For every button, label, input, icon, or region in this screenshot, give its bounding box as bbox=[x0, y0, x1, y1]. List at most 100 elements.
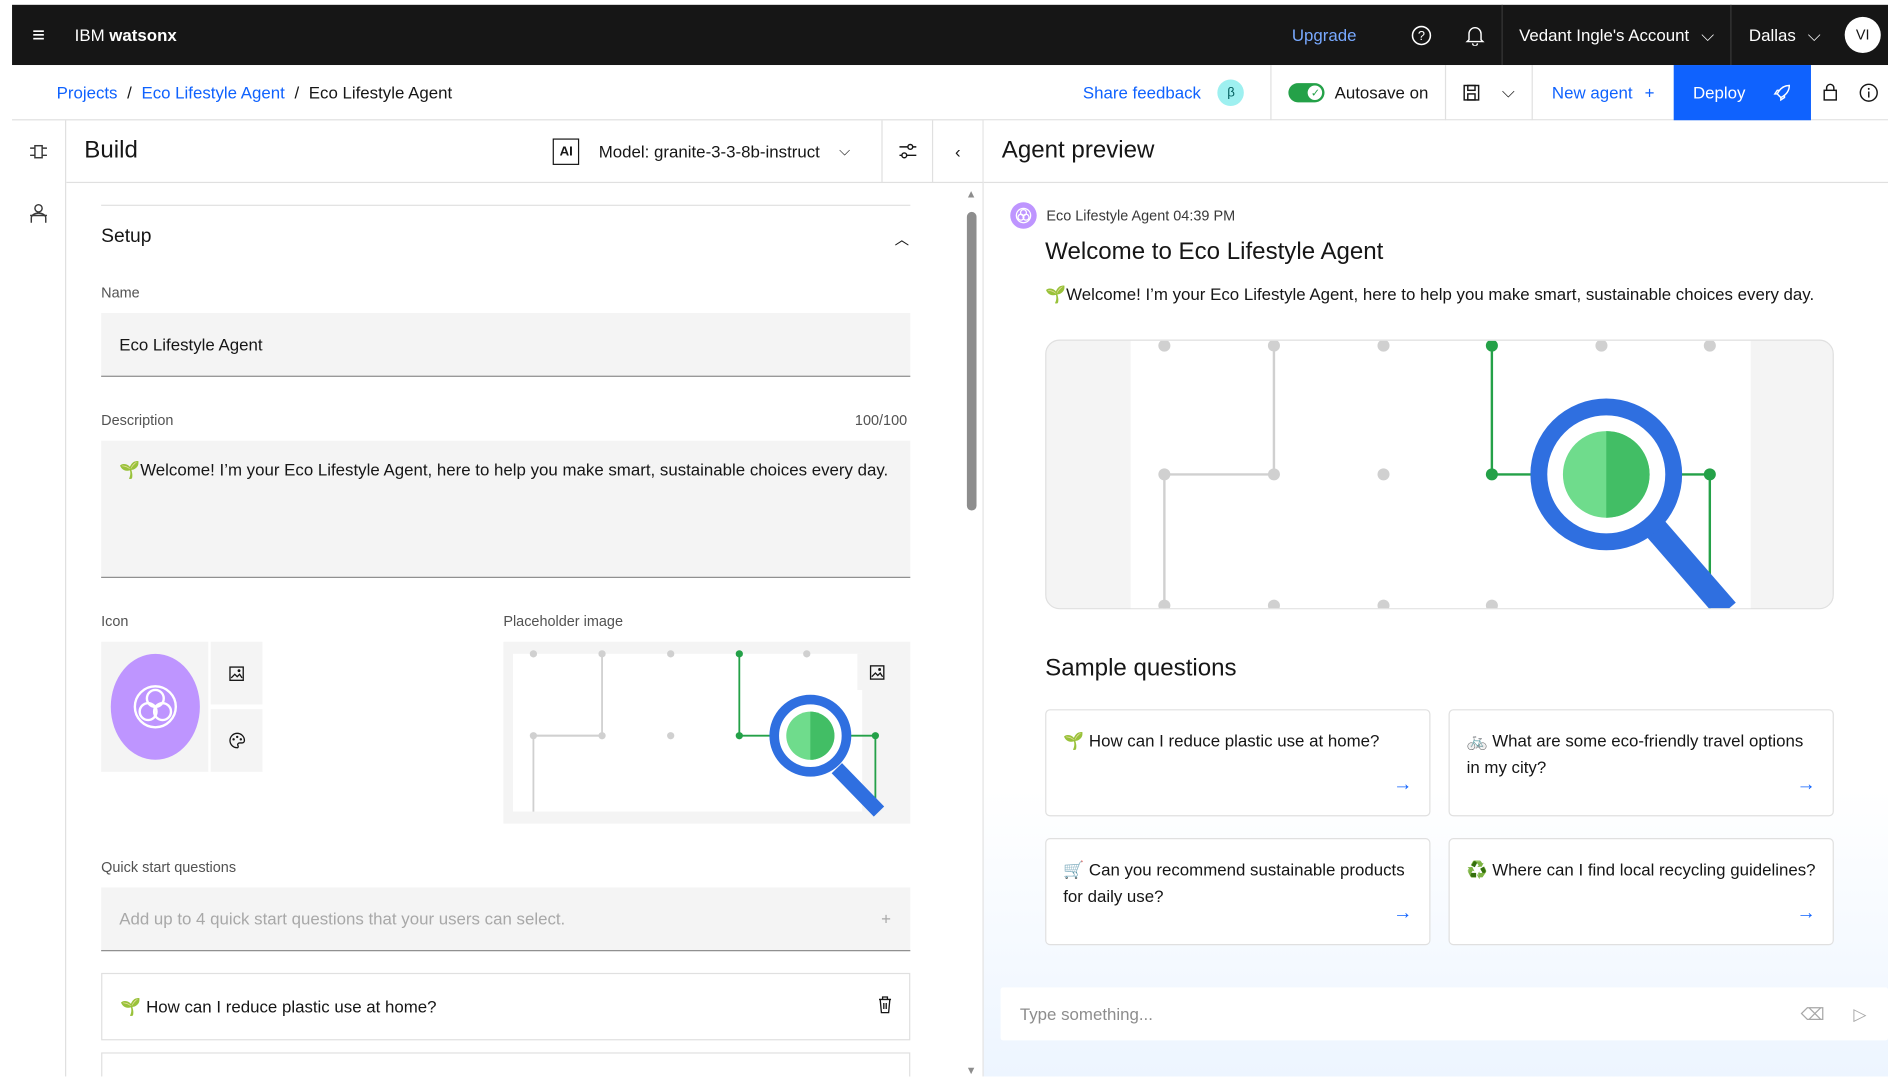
breadcrumb-projects[interactable]: Projects bbox=[57, 82, 118, 101]
upload-image-icon[interactable] bbox=[210, 641, 263, 705]
name-label: Name bbox=[101, 284, 140, 302]
quick-start-item[interactable]: 🌱 How can I reduce plastic use at home? bbox=[101, 972, 911, 1041]
sample-question-card[interactable]: 🛒 Can you recommend sustainable products… bbox=[1045, 838, 1431, 946]
top-navigation-bar: ≡ IBM watsonx Upgrade ? Vedant Ingle's A… bbox=[12, 4, 1888, 66]
autosave-label: Autosave on bbox=[1334, 82, 1429, 102]
magnifier-illustration bbox=[1130, 340, 1751, 609]
sample-question-text: ♻️ Where can I find local recycling guid… bbox=[1466, 859, 1816, 879]
magnifier-illustration bbox=[512, 650, 894, 817]
deploy-button[interactable]: Deploy bbox=[1673, 64, 1811, 120]
brand-name[interactable]: IBM watsonx bbox=[75, 25, 177, 44]
agent-icon[interactable] bbox=[12, 183, 65, 246]
sample-question-card[interactable]: ♻️ Where can I find local recycling guid… bbox=[1448, 838, 1834, 946]
model-selector[interactable]: Model: granite-3-3-8b-instruct bbox=[599, 141, 820, 160]
sample-question-card[interactable]: 🌱 How can I reduce plastic use at home? … bbox=[1045, 709, 1431, 817]
collapse-panel-icon[interactable]: ‹ bbox=[931, 120, 983, 183]
chevron-up-icon[interactable]: ︿ bbox=[895, 229, 909, 249]
welcome-title: Welcome to Eco Lifestyle Agent bbox=[1045, 238, 1384, 265]
add-question-icon[interactable]: + bbox=[881, 909, 891, 928]
build-tools-icon[interactable] bbox=[12, 120, 65, 183]
build-title: Build bbox=[84, 137, 138, 164]
breadcrumb-separator: / bbox=[127, 82, 132, 102]
deploy-label: Deploy bbox=[1692, 82, 1746, 102]
color-palette-icon[interactable] bbox=[210, 709, 263, 772]
quick-start-input[interactable]: Add up to 4 quick start questions that y… bbox=[101, 887, 911, 952]
scroll-down-icon[interactable]: ▼ bbox=[966, 1064, 977, 1076]
help-icon[interactable]: ? bbox=[1395, 5, 1448, 65]
breadcrumb: Projects / Eco Lifestyle Agent / Eco Lif… bbox=[57, 82, 453, 101]
scroll-up-icon[interactable]: ▲ bbox=[966, 188, 977, 200]
account-name: Vedant Ingle's Account bbox=[1519, 25, 1690, 45]
chevron-down-icon[interactable]: ⌵ bbox=[1502, 82, 1515, 102]
save-icon[interactable] bbox=[1463, 84, 1480, 101]
setup-section-title[interactable]: Setup bbox=[101, 226, 151, 248]
chevron-down-icon[interactable]: ⌵ bbox=[839, 142, 850, 160]
upgrade-link[interactable]: Upgrade bbox=[1292, 25, 1357, 44]
breadcrumb-separator: / bbox=[294, 82, 300, 102]
name-field[interactable]: Eco Lifestyle Agent bbox=[101, 313, 911, 377]
agent-logo-icon bbox=[110, 653, 200, 760]
upload-image-icon[interactable] bbox=[860, 656, 894, 687]
new-agent-label: New agent bbox=[1551, 82, 1633, 102]
autosave-toggle[interactable]: Autosave on bbox=[1270, 64, 1445, 120]
build-panel: Build AI Model: granite-3-3-8b-instruct … bbox=[66, 120, 984, 1077]
description-label: Description bbox=[101, 411, 174, 429]
region-switcher[interactable]: Dallas ⌵ bbox=[1730, 4, 1838, 66]
lock-icon[interactable] bbox=[1811, 64, 1850, 119]
svg-text:?: ? bbox=[1418, 27, 1425, 42]
scrollbar-thumb[interactable] bbox=[966, 211, 977, 511]
build-header: Build AI Model: granite-3-3-8b-instruct … bbox=[66, 120, 983, 184]
brand-prefix: IBM bbox=[74, 25, 105, 45]
agent-preview-title: Agent preview bbox=[983, 120, 1888, 184]
share-feedback-link[interactable]: Share feedback bbox=[1083, 82, 1201, 101]
welcome-image bbox=[1045, 339, 1834, 610]
welcome-text: 🌱Welcome! I’m your Eco Lifestyle Agent, … bbox=[1045, 284, 1815, 304]
chat-input-actions: ⌫ ▷ bbox=[1801, 1004, 1867, 1024]
beta-badge: β bbox=[1217, 78, 1245, 106]
rocket-icon bbox=[1773, 84, 1791, 101]
toggle-switch[interactable] bbox=[1288, 82, 1325, 102]
chat-input[interactable]: Type something... ⌫ ▷ bbox=[1000, 987, 1888, 1041]
save-menu[interactable]: ⌵ bbox=[1445, 64, 1531, 120]
agent-icon-preview bbox=[101, 641, 209, 772]
breadcrumb-current: Eco Lifestyle Agent bbox=[308, 82, 453, 102]
description-char-count: 100/100 bbox=[854, 411, 908, 429]
arrow-right-icon: → bbox=[1393, 774, 1413, 795]
plus-icon: + bbox=[1644, 82, 1655, 102]
account-switcher[interactable]: Vedant Ingle's Account ⌵ bbox=[1501, 4, 1731, 66]
quick-start-item[interactable] bbox=[101, 1052, 911, 1077]
sample-question-text: 🛒 Can you recommend sustainable products… bbox=[1063, 859, 1405, 906]
divider bbox=[101, 204, 911, 206]
notification-bell-icon[interactable] bbox=[1448, 5, 1501, 65]
placeholder-image-label: Placeholder image bbox=[503, 612, 624, 630]
user-avatar[interactable]: VI bbox=[1844, 16, 1881, 53]
description-textarea[interactable]: 🌱Welcome! I’m your Eco Lifestyle Agent, … bbox=[101, 440, 911, 578]
icon-label: Icon bbox=[101, 612, 129, 630]
quick-start-label: Quick start questions bbox=[101, 858, 237, 876]
info-icon[interactable] bbox=[1849, 64, 1888, 119]
arrow-right-icon: → bbox=[1796, 903, 1816, 924]
new-agent-button[interactable]: New agent + bbox=[1531, 64, 1673, 120]
left-rail bbox=[12, 120, 67, 1077]
arrow-right-icon: → bbox=[1393, 903, 1413, 924]
agent-preview-panel: Agent preview Eco Lifestyle Agent 04:39 … bbox=[983, 120, 1888, 1077]
ai-badge: AI bbox=[552, 137, 580, 165]
quick-start-placeholder: Add up to 4 quick start questions that y… bbox=[119, 909, 566, 929]
quick-start-item-text: 🌱 How can I reduce plastic use at home? bbox=[120, 996, 437, 1016]
send-icon[interactable]: ▷ bbox=[1853, 1004, 1866, 1024]
sample-question-card[interactable]: 🚲 What are some eco-friendly travel opti… bbox=[1448, 709, 1834, 817]
delete-icon[interactable] bbox=[878, 996, 892, 1018]
arrow-right-icon: → bbox=[1796, 774, 1816, 795]
region-name: Dallas bbox=[1748, 25, 1796, 45]
hamburger-menu-icon[interactable]: ≡ bbox=[12, 5, 65, 65]
breadcrumb-project[interactable]: Eco Lifestyle Agent bbox=[141, 82, 284, 101]
chat-input-placeholder: Type something... bbox=[1019, 1004, 1153, 1024]
brand-product: watsonx bbox=[109, 25, 177, 45]
settings-sliders-icon[interactable] bbox=[881, 120, 932, 183]
sample-questions-title: Sample questions bbox=[1045, 655, 1237, 682]
chevron-down-icon: ⌵ bbox=[1701, 24, 1714, 44]
project-toolbar: Projects / Eco Lifestyle Agent / Eco Lif… bbox=[12, 64, 1888, 121]
agent-logo-icon bbox=[1010, 202, 1037, 229]
eraser-icon[interactable]: ⌫ bbox=[1801, 1004, 1825, 1024]
sample-question-text: 🌱 How can I reduce plastic use at home? bbox=[1063, 730, 1380, 751]
